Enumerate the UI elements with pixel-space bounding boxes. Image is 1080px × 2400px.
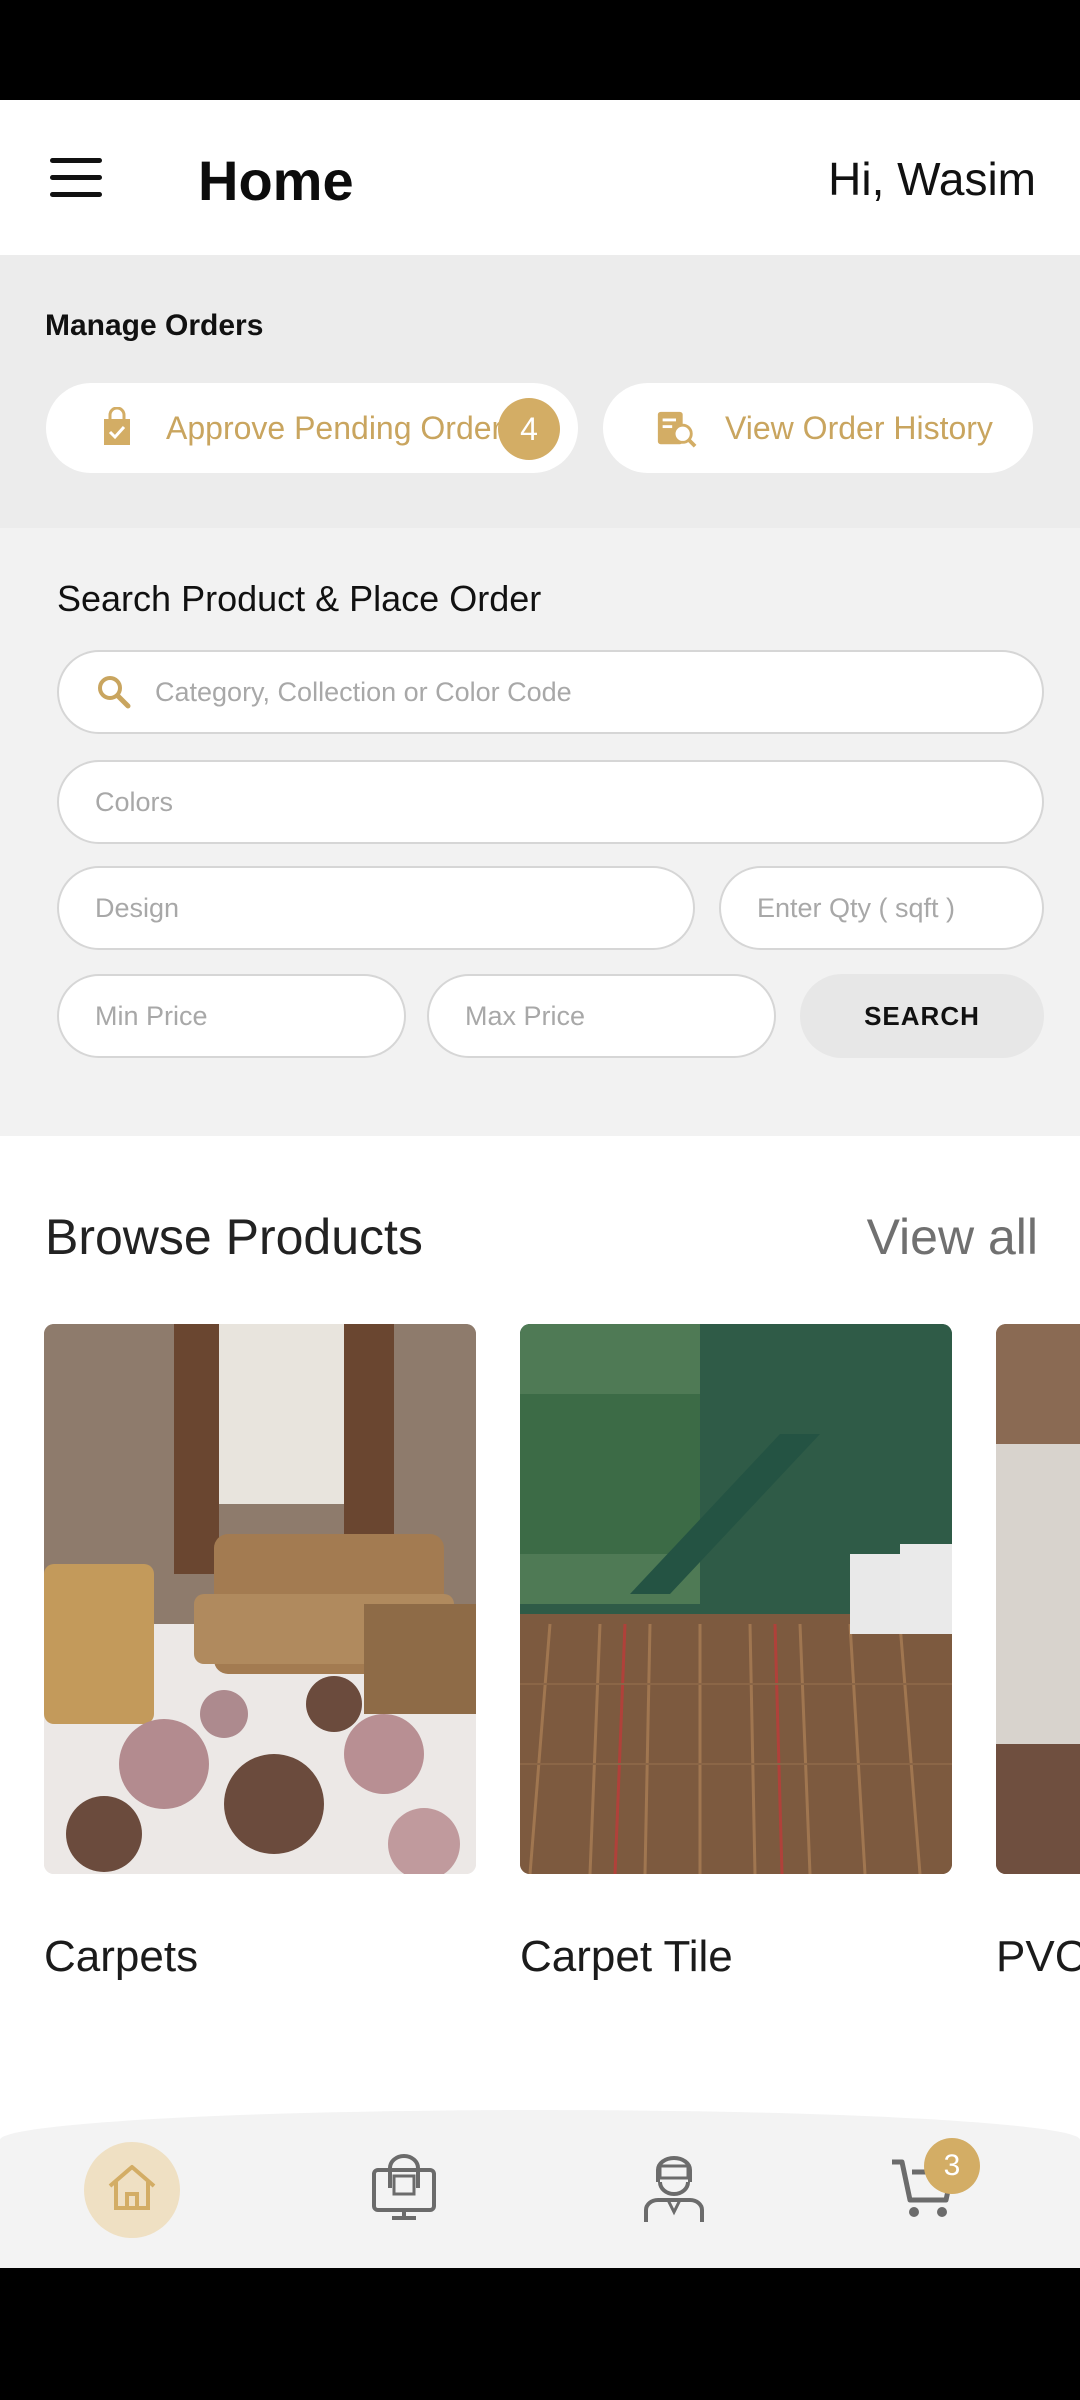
view-order-history-button[interactable]: View Order History — [603, 383, 1033, 473]
manage-orders-section: Manage Orders Approve Pending Order 4 Vi… — [0, 255, 1080, 528]
view-order-history-label: View Order History — [725, 409, 993, 446]
pending-count-badge: 4 — [498, 398, 560, 460]
product-card-pvc[interactable]: PVC — [996, 1324, 1080, 1982]
max-price-input[interactable]: Max Price — [427, 974, 776, 1058]
approve-pending-order-button[interactable]: Approve Pending Order 4 — [46, 383, 578, 473]
product-image-pvc — [996, 1324, 1080, 1874]
search-section-title: Search Product & Place Order — [57, 578, 542, 619]
colors-placeholder: Colors — [95, 786, 174, 817]
cart-count-badge: 3 — [924, 2138, 980, 2194]
system-navigation-bar — [0, 2268, 1080, 2400]
nav-orders[interactable] — [356, 2142, 452, 2238]
product-search-placeholder: Category, Collection or Color Code — [155, 676, 572, 707]
status-bar — [0, 0, 1080, 100]
home-icon — [104, 2160, 160, 2221]
search-section: Search Product & Place Order Category, C… — [0, 528, 1080, 1136]
shopping-bag-check-icon — [96, 407, 138, 449]
product-card-carpet-tile[interactable]: Carpet Tile — [520, 1324, 952, 1982]
view-all-link[interactable]: View all — [867, 1208, 1038, 1266]
nav-support[interactable] — [626, 2142, 722, 2238]
menu-icon[interactable] — [50, 158, 102, 198]
browse-products-title: Browse Products — [45, 1209, 423, 1265]
nav-home[interactable] — [84, 2142, 180, 2238]
min-price-input[interactable]: Min Price — [57, 974, 406, 1058]
order-history-search-icon — [655, 407, 697, 449]
product-name: PVC — [996, 1932, 1080, 1981]
design-placeholder: Design — [95, 892, 180, 923]
search-icon — [95, 673, 133, 711]
product-image-carpets — [44, 1324, 476, 1874]
bottom-navigation: 3 — [0, 2110, 1080, 2268]
search-button[interactable]: SEARCH — [800, 974, 1044, 1058]
app-screen: Home Hi, Wasim Manage Orders Approve Pen… — [0, 100, 1080, 2268]
support-agent-icon — [638, 2152, 710, 2229]
page-title: Home — [198, 149, 354, 212]
top-app-bar: Home Hi, Wasim — [0, 100, 1080, 255]
product-name: Carpet Tile — [520, 1932, 733, 1981]
max-price-placeholder: Max Price — [465, 1000, 586, 1031]
product-image-carpet-tile — [520, 1324, 952, 1874]
colors-input[interactable]: Colors — [57, 760, 1044, 844]
design-input[interactable]: Design — [57, 866, 695, 950]
manage-orders-title: Manage Orders — [45, 309, 264, 342]
user-greeting: Hi, Wasim — [828, 153, 1036, 205]
min-price-placeholder: Min Price — [95, 1000, 208, 1031]
product-name: Carpets — [44, 1932, 199, 1981]
orders-icon — [368, 2152, 440, 2229]
product-search-input[interactable]: Category, Collection or Color Code — [57, 650, 1044, 734]
approve-pending-order-label: Approve Pending Order — [166, 409, 503, 446]
quantity-input[interactable]: Enter Qty ( sqft ) — [719, 866, 1044, 950]
product-card-carpets[interactable]: Carpets — [44, 1324, 476, 1982]
quantity-placeholder: Enter Qty ( sqft ) — [757, 892, 956, 923]
